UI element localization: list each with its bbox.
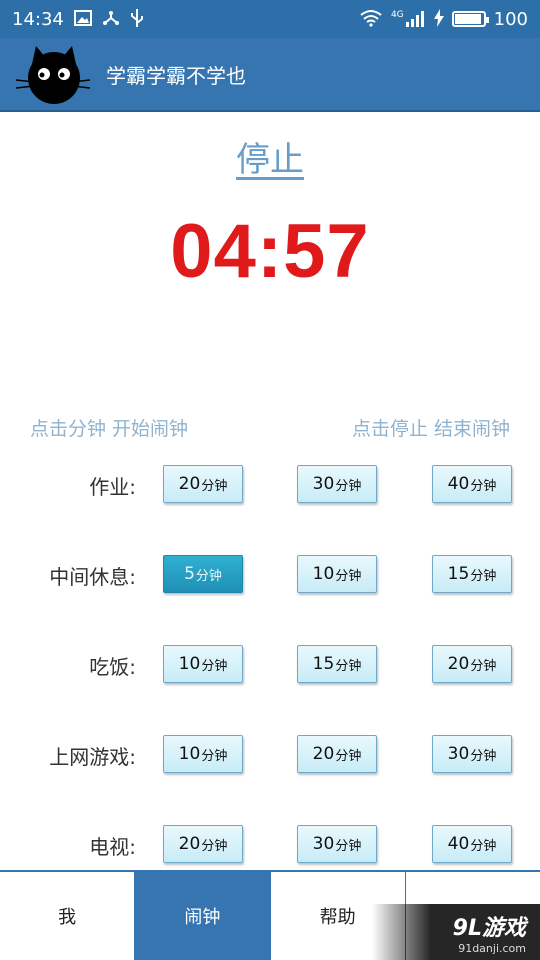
minutes-unit: 分钟	[470, 658, 497, 674]
alarm-row: 上网游戏: 10 分钟 20 分钟 30 分钟	[0, 735, 540, 775]
minutes-unit: 分钟	[470, 748, 497, 764]
minutes-value: 30	[447, 744, 470, 764]
minutes-unit: 分钟	[195, 568, 222, 584]
clock: 14:34	[12, 8, 64, 30]
alarm-row: 作业: 20 分钟 30 分钟 40 分钟	[0, 465, 540, 505]
minutes-button[interactable]: 20 分钟	[163, 825, 243, 863]
minutes-button[interactable]: 5 分钟	[163, 555, 243, 593]
minutes-unit: 分钟	[201, 658, 228, 674]
minutes-button[interactable]: 30 分钟	[297, 825, 377, 863]
minutes-button[interactable]: 20 分钟	[432, 645, 512, 683]
minutes-button[interactable]: 15 分钟	[432, 555, 512, 593]
minutes-unit: 分钟	[470, 838, 497, 854]
countdown-timer: 04:57	[170, 209, 370, 294]
row-label: 电视:	[89, 835, 136, 859]
share-icon	[102, 9, 120, 30]
minutes-value: 30	[312, 474, 335, 494]
stop-button[interactable]: 停止	[0, 132, 540, 181]
minutes-button[interactable]: 20 分钟	[163, 465, 243, 503]
minutes-value: 40	[447, 834, 470, 854]
status-bar: 14:34 4G 100	[0, 0, 540, 38]
minutes-button[interactable]: 15 分钟	[297, 645, 377, 683]
minutes-unit: 分钟	[335, 478, 362, 494]
minutes-button[interactable]: 30 分钟	[432, 735, 512, 773]
minutes-button[interactable]: 10 分钟	[163, 645, 243, 683]
wifi-icon	[359, 9, 383, 30]
minutes-value: 20	[178, 474, 201, 494]
app-title: 学霸学霸不学也	[106, 63, 246, 88]
minutes-button[interactable]: 40 分钟	[432, 825, 512, 863]
minutes-value: 15	[312, 654, 335, 674]
minutes-value: 20	[447, 654, 470, 674]
row-label: 上网游戏:	[49, 745, 136, 769]
minutes-value: 10	[178, 654, 201, 674]
minutes-unit: 分钟	[335, 658, 362, 674]
minutes-unit: 分钟	[201, 478, 228, 494]
minutes-button[interactable]: 20 分钟	[297, 735, 377, 773]
minutes-unit: 分钟	[201, 748, 228, 764]
minutes-button[interactable]: 10 分钟	[163, 735, 243, 773]
site-watermark: 9L游戏 91danji.com	[372, 904, 540, 960]
row-label: 作业:	[89, 475, 136, 499]
battery-icon	[451, 11, 489, 27]
alarm-row: 中间休息: 5 分钟 10 分钟 15 分钟	[0, 555, 540, 595]
usb-icon	[130, 8, 144, 31]
minutes-value: 10	[178, 744, 201, 764]
network-type: 4G	[390, 10, 404, 20]
stop-hint: 点击停止 结束闹钟	[351, 418, 510, 440]
app-bar: 学霸学霸不学也	[0, 38, 540, 112]
charging-icon	[433, 8, 444, 30]
minutes-unit: 分钟	[335, 838, 362, 854]
minutes-unit: 分钟	[335, 568, 362, 584]
watermark-logo: 9L游戏	[452, 915, 526, 941]
alarm-row: 吃饭: 10 分钟 15 分钟 20 分钟	[0, 645, 540, 685]
minutes-value: 30	[312, 834, 335, 854]
tab-alarm[interactable]: 闹钟	[135, 872, 271, 960]
signal-icon: 4G	[391, 11, 426, 27]
minutes-unit: 分钟	[201, 838, 228, 854]
black-cat-icon	[15, 46, 91, 104]
minutes-value: 40	[447, 474, 470, 494]
minutes-unit: 分钟	[470, 478, 497, 494]
minutes-button[interactable]: 40 分钟	[432, 465, 512, 503]
minutes-button[interactable]: 30 分钟	[297, 465, 377, 503]
tab-me[interactable]: 我	[0, 872, 136, 960]
watermark-url: 91danji.com	[458, 941, 526, 955]
minutes-value: 10	[312, 564, 335, 584]
alarm-row: 电视: 20 分钟 30 分钟 40 分钟	[0, 825, 540, 865]
row-label: 吃饭:	[89, 655, 136, 679]
battery-fill	[454, 14, 481, 24]
minutes-value: 15	[447, 564, 470, 584]
minutes-value: 20	[178, 834, 201, 854]
battery-percent: 100	[493, 8, 528, 30]
start-hint: 点击分钟 开始闹钟	[30, 418, 189, 440]
minutes-value: 5	[184, 564, 195, 584]
minutes-unit: 分钟	[470, 568, 497, 584]
minutes-value: 20	[312, 744, 335, 764]
minutes-unit: 分钟	[335, 748, 362, 764]
minutes-button[interactable]: 10 分钟	[297, 555, 377, 593]
row-label: 中间休息:	[49, 565, 136, 589]
image-icon	[73, 9, 92, 29]
